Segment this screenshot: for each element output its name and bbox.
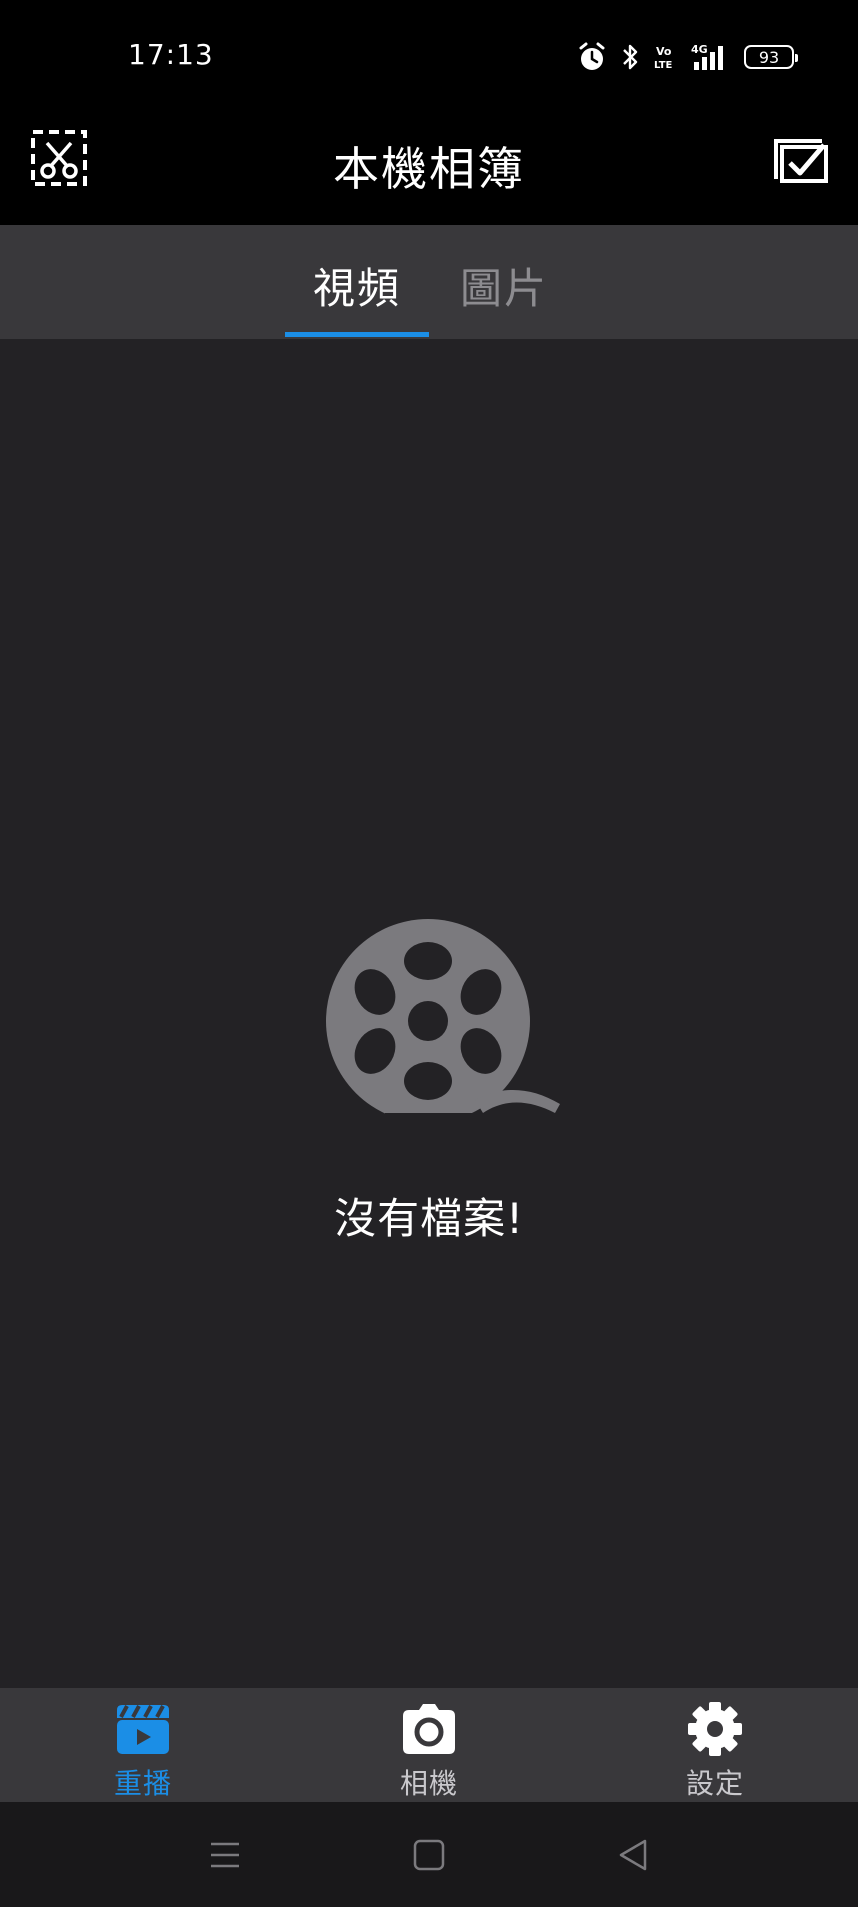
album-screen: 17:13 Vo LTE 4G 93 本機相簿 視頻 圖片 沒有檔案! 重播 相… [0,0,858,1907]
home-square-icon [413,1839,445,1871]
active-tab-indicator [285,332,429,337]
gear-icon [688,1702,742,1756]
system-home-button[interactable] [409,1835,449,1875]
alarm-icon [578,42,606,72]
network-type: 4G [691,43,708,56]
nav-settings-label: 設定 [685,1767,744,1800]
media-tabs: 視頻 圖片 [0,225,858,339]
menu-icon [211,1842,239,1868]
nav-camera[interactable]: 相機 [349,1688,509,1802]
camera-icon [403,1704,455,1754]
svg-text:Vo: Vo [656,45,672,58]
svg-text:LTE: LTE [654,60,673,71]
film-reel-icon [326,919,560,1123]
status-icons: Vo LTE 4G 93 [578,40,798,74]
nav-playback-label: 重播 [113,1767,172,1800]
status-bar: 17:13 Vo LTE 4G 93 [0,0,858,113]
bottom-navigation: 重播 相機 設定 [0,1688,858,1802]
battery-level: 93 [758,47,780,67]
signal-icon: 4G [690,42,730,72]
back-triangle-icon [619,1839,647,1871]
empty-state: 沒有檔案! [0,900,858,1243]
system-back-button[interactable] [613,1835,653,1875]
volte-icon: Vo LTE [654,42,676,72]
empty-message: 沒有檔案! [334,1194,524,1243]
clapperboard-icon [117,1705,169,1754]
nav-playback[interactable]: 重播 [63,1688,223,1802]
nav-camera-label: 相機 [399,1767,458,1800]
app-header: 本機相簿 [0,113,858,225]
bluetooth-icon [620,42,640,72]
system-menu-button[interactable] [205,1835,245,1875]
page-title: 本機相簿 [333,142,525,196]
battery-icon: 93 [744,45,798,69]
select-all-button[interactable] [768,133,830,185]
nav-settings[interactable]: 設定 [635,1688,795,1802]
status-time: 17:13 [128,38,214,71]
system-navigation-bar [0,1802,858,1907]
tab-photos[interactable]: 圖片 [460,255,548,316]
tab-videos[interactable]: 視頻 [313,255,401,316]
select-all-checkbox-icon [774,139,828,183]
